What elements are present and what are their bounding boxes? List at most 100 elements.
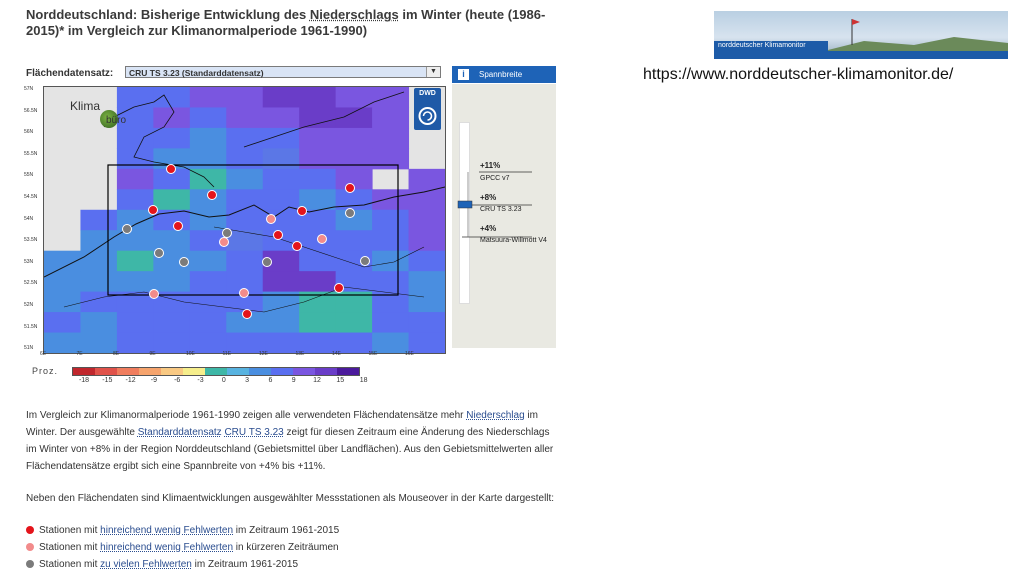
station-legend-text: in kürzeren Zeiträumen: [233, 542, 339, 553]
map-cell: [116, 230, 154, 252]
page-title: Norddeutschland: Bisherige Entwicklung d…: [26, 7, 566, 39]
source-url[interactable]: https://www.norddeutscher-klimamonitor.d…: [643, 66, 953, 84]
latitude-label: 52N: [24, 302, 34, 308]
longitude-label: 11E: [222, 351, 232, 357]
map-cell: [116, 271, 154, 293]
map-cell: [299, 87, 337, 108]
station-marker-short[interactable]: [149, 289, 159, 299]
station-marker-complete[interactable]: [207, 190, 217, 200]
map-cell: [299, 250, 337, 272]
legend-tick: -3: [197, 377, 204, 384]
map-cell: [335, 230, 373, 252]
map-cell: [372, 87, 410, 108]
map-cell: [116, 87, 154, 108]
inline-link[interactable]: Standarddatensatz: [138, 427, 222, 438]
map-cell: [153, 127, 191, 149]
map-cell: [372, 209, 410, 231]
klimabuero-logo-top: Klima: [70, 99, 101, 113]
dwd-logo: DWD: [414, 88, 441, 130]
map-cell: [372, 107, 410, 129]
station-marker-gaps[interactable]: [262, 257, 272, 267]
station-marker-gaps[interactable]: [222, 228, 232, 238]
station-dot-icon: [26, 526, 34, 535]
station-marker-short[interactable]: [266, 214, 276, 224]
latitude-label: 57N: [24, 86, 34, 92]
latitude-label: 56N: [24, 129, 34, 136]
legend-tick: -18: [78, 377, 90, 384]
title-link-niederschlag[interactable]: Niederschlags: [310, 7, 399, 22]
station-marker-short[interactable]: [317, 234, 327, 244]
map-cell: [372, 189, 410, 211]
longitude-label: 13E: [295, 351, 305, 357]
info-panel-header[interactable]: i Spannbreite: [452, 66, 556, 83]
map-cell: [299, 148, 337, 170]
inline-link[interactable]: Niederschlag: [466, 410, 524, 421]
station-marker-complete[interactable]: [297, 206, 307, 216]
map-cell: [262, 148, 300, 170]
map-cell: [262, 189, 300, 211]
station-legend-link[interactable]: hinreichend wenig Fehlwerten: [100, 542, 233, 553]
map-cell: [44, 332, 81, 353]
station-marker-gaps[interactable]: [179, 257, 189, 267]
chevron-down-icon[interactable]: ▼: [426, 67, 440, 77]
map-cell: [408, 230, 445, 252]
station-dot-icon: [26, 560, 34, 569]
station-marker-gaps[interactable]: [122, 224, 132, 234]
map-cell: [335, 189, 373, 211]
legend-tick: 3: [245, 377, 250, 384]
legend-tick: 15: [336, 377, 345, 384]
station-marker-complete[interactable]: [166, 164, 176, 174]
station-legend-link[interactable]: hinreichend wenig Fehlwerten: [100, 525, 233, 536]
station-marker-complete[interactable]: [345, 183, 355, 193]
station-marker-short[interactable]: [239, 288, 249, 298]
station-legend-text: Stationen mit: [39, 559, 101, 570]
latitude-label: 51.5N: [24, 323, 38, 330]
station-marker-complete[interactable]: [273, 230, 283, 240]
map-cell: [189, 127, 227, 149]
station-marker-complete[interactable]: [334, 283, 344, 293]
latitude-label: 54.5N: [24, 194, 38, 200]
map-cell: [189, 271, 227, 293]
map-cell: [116, 312, 154, 334]
station-marker-short[interactable]: [219, 237, 229, 247]
station-marker-complete[interactable]: [173, 221, 183, 231]
station-marker-complete[interactable]: [148, 205, 158, 215]
map-cell: [153, 107, 191, 129]
station-marker-gaps[interactable]: [360, 256, 370, 266]
legend-swatch: [161, 368, 183, 375]
map-cell: [372, 127, 410, 149]
dataset-label: Flächendatensatz:: [26, 68, 114, 79]
latitude-label: 53N: [24, 258, 34, 265]
banner-bottom-bar: [714, 51, 1008, 59]
longitude-label: 10E: [186, 351, 195, 357]
summary-paragraph: Im Vergleich zur Klimanormalperiode 1961…: [26, 407, 556, 475]
station-legend-link[interactable]: zu vielen Fehlwerten: [100, 559, 192, 570]
legend-tick: 0: [221, 377, 226, 384]
map-cell: [408, 189, 445, 211]
map-cell: [44, 291, 81, 313]
dataset-select[interactable]: CRU TS 3.23 (Standarddatensatz) ▼: [125, 66, 441, 78]
station-marker-complete[interactable]: [242, 309, 252, 319]
map-cell: [372, 148, 410, 170]
station-marker-gaps[interactable]: [345, 208, 355, 218]
map-cell: [335, 148, 373, 170]
map-cell: [299, 312, 337, 334]
longitude-label: 14E: [332, 351, 341, 357]
station-marker-gaps[interactable]: [154, 248, 164, 258]
map-cell: [80, 312, 118, 334]
map-cell: [372, 230, 410, 252]
station-marker-complete[interactable]: [292, 241, 302, 251]
map-cell: [335, 87, 373, 108]
map-cell: [189, 209, 227, 231]
map-cell: [116, 168, 154, 190]
longitude-label: 16E: [405, 351, 414, 357]
inline-link[interactable]: CRU TS 3.23: [224, 427, 283, 438]
map-cell: [189, 107, 227, 129]
legend-swatch: [293, 368, 315, 375]
map-cell: [153, 87, 191, 108]
station-legend-item: Stationen mit hinreichend wenig Fehlwert…: [26, 542, 339, 553]
legend-swatch: [249, 368, 271, 375]
station-legend-text: Stationen mit: [39, 525, 101, 536]
map-cell: [408, 312, 445, 334]
map-cell: [408, 332, 445, 353]
